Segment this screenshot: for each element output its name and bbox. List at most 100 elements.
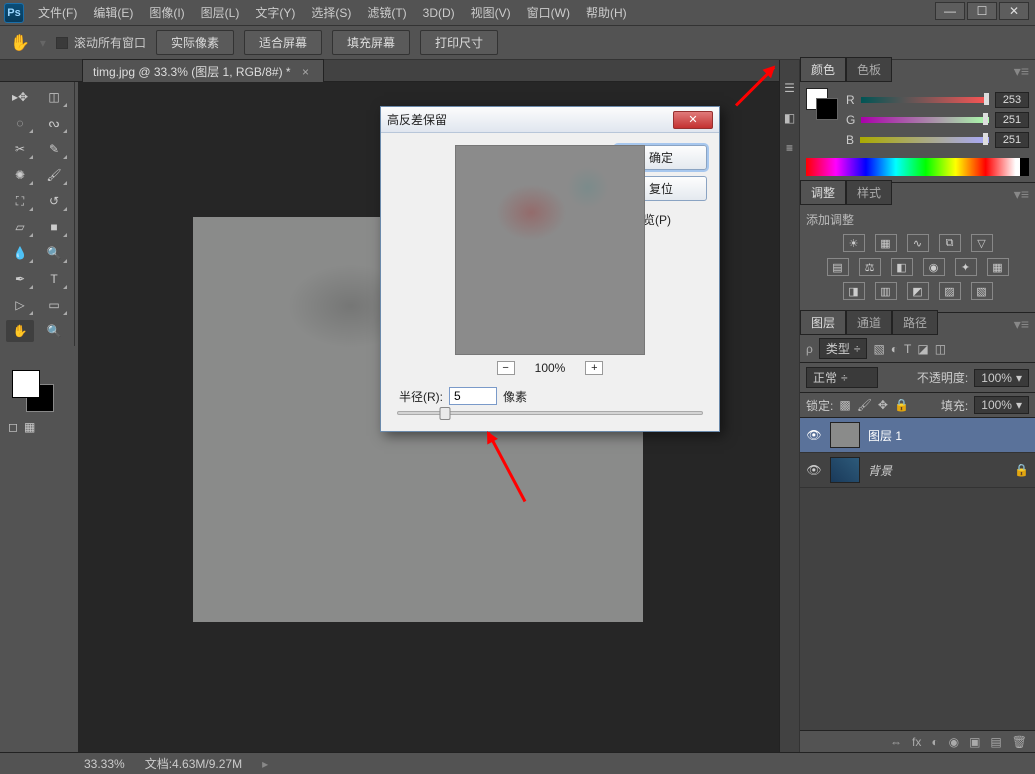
color-spectrum[interactable] [806,158,1029,176]
fill-screen-button[interactable]: 填充屏幕 [332,30,410,55]
lock-pos-icon[interactable]: ✥ [878,398,888,412]
tab-adjustments[interactable]: 调整 [800,180,846,204]
lock-trans-icon[interactable]: ▩ [839,398,850,412]
menu-file[interactable]: 文件(F) [30,0,85,25]
adj-photofilter-icon[interactable]: ◉ [923,258,945,276]
zoom-in-button[interactable]: + [585,361,603,375]
fx-icon[interactable]: fx [912,735,921,749]
menu-type[interactable]: 文字(Y) [247,0,303,25]
menu-layer[interactable]: 图层(L) [193,0,248,25]
shape-tool[interactable]: ▭ [40,294,68,316]
menu-filter[interactable]: 滤镜(T) [359,0,414,25]
path-select-tool[interactable]: ▷ [6,294,34,316]
crop-tool[interactable]: ✂ [6,138,34,160]
fill-layer-icon[interactable]: ◉ [949,735,959,749]
b-value[interactable]: 251 [995,132,1029,148]
adj-balance-icon[interactable]: ⚖ [859,258,881,276]
g-value[interactable]: 251 [995,112,1029,128]
blend-mode-select[interactable]: 正常÷ [806,367,878,388]
document-tab[interactable]: timg.jpg @ 33.3% (图层 1, RGB/8#) * × [82,59,324,83]
adj-lookup-icon[interactable]: ▦ [987,258,1009,276]
group-icon[interactable]: ▣ [969,735,980,749]
clone-tool[interactable]: ⛶ [6,190,34,212]
tab-paths[interactable]: 路径 [892,310,938,334]
adj-channel-icon[interactable]: ✦ [955,258,977,276]
menu-select[interactable]: 选择(S) [303,0,359,25]
dodge-tool[interactable]: 🔍 [40,242,68,264]
new-layer-icon[interactable]: ▤ [990,735,1001,749]
b-slider[interactable] [860,135,989,145]
link-icon[interactable]: ⇔ [890,735,902,749]
panel-menu-icon[interactable]: ▾≡ [1014,63,1035,80]
adj-curves-icon[interactable]: ∿ [907,234,929,252]
radius-input[interactable] [449,387,497,405]
screenmode-icon[interactable]: ▦ [24,420,35,434]
g-slider[interactable] [861,115,989,125]
quickmask-icon[interactable]: ◻ [8,420,18,434]
type-tool[interactable]: T [40,268,68,290]
menu-3d[interactable]: 3D(D) [415,2,463,24]
blur-tool[interactable]: 💧 [6,242,34,264]
delete-icon[interactable]: 🗑 [1012,735,1027,749]
fg-bg-swatch[interactable] [806,88,838,120]
artboard-tool[interactable]: ◫ [40,86,68,108]
lock-all-icon[interactable]: 🔒 [894,398,909,412]
filter-smart-icon[interactable]: ◫ [935,342,946,356]
zoom-tool[interactable]: 🔍 [40,320,68,342]
adj-poster-icon[interactable]: ▥ [875,282,897,300]
panel-menu-icon[interactable]: ▾≡ [1014,316,1035,333]
zoom-out-button[interactable]: − [497,361,515,375]
mini-icon-2[interactable]: ◧ [782,110,798,126]
adj-hue-icon[interactable]: ▤ [827,258,849,276]
eyedropper-tool[interactable]: ✎ [40,138,68,160]
tab-swatches[interactable]: 色板 [846,57,892,81]
print-size-button[interactable]: 打印尺寸 [420,30,498,55]
adj-invert-icon[interactable]: ◨ [843,282,865,300]
tab-close-icon[interactable]: × [302,65,309,79]
hand-tool[interactable]: ✋ [6,320,34,342]
mini-icon-1[interactable]: ☰ [782,80,798,96]
adj-exposure-icon[interactable]: ⧉ [939,234,961,252]
visibility-icon[interactable]: 👁 [806,463,822,477]
layer-filter-type[interactable]: 类型÷ [819,338,868,359]
dialog-close-button[interactable]: ✕ [673,111,713,129]
panel-menu-icon[interactable]: ▾≡ [1014,186,1035,203]
menu-help[interactable]: 帮助(H) [578,0,635,25]
filter-type-icon[interactable]: T [904,342,911,356]
menu-edit[interactable]: 编辑(E) [85,0,141,25]
adj-vibrance-icon[interactable]: ▽ [971,234,993,252]
lock-paint-icon[interactable]: 🖌 [857,398,872,412]
r-slider[interactable] [861,95,989,105]
fit-screen-button[interactable]: 适合屏幕 [244,30,322,55]
pen-tool[interactable]: ✒ [6,268,34,290]
lasso-tool[interactable]: ᔓ [40,112,68,134]
r-value[interactable]: 253 [995,92,1029,108]
layer-item-1[interactable]: 👁 图层 1 [800,418,1035,453]
history-brush-tool[interactable]: ↺ [40,190,68,212]
foreground-color[interactable] [12,370,40,398]
minimize-button[interactable]: — [935,2,965,20]
tab-styles[interactable]: 样式 [846,180,892,204]
radius-slider[interactable] [397,411,703,415]
adj-threshold-icon[interactable]: ◩ [907,282,929,300]
mask-icon[interactable]: ◐ [931,735,938,749]
radius-slider-thumb[interactable] [440,407,451,420]
adj-selective-icon[interactable]: ▧ [971,282,993,300]
fill-value[interactable]: 100%▾ [974,396,1029,414]
eraser-tool[interactable]: ▱ [6,216,34,238]
mini-icon-3[interactable]: ≡ [782,140,798,156]
adj-bw-icon[interactable]: ◧ [891,258,913,276]
tab-color[interactable]: 颜色 [800,57,846,81]
actual-pixels-button[interactable]: 实际像素 [156,30,234,55]
filter-adjust-icon[interactable]: ◐ [891,342,898,356]
filter-pixel-icon[interactable]: ▧ [873,342,884,356]
opacity-value[interactable]: 100%▾ [974,369,1029,387]
adj-levels-icon[interactable]: ▦ [875,234,897,252]
menu-image[interactable]: 图像(I) [141,0,192,25]
menu-window[interactable]: 窗口(W) [519,0,578,25]
gradient-tool[interactable]: ■ [40,216,68,238]
layer-item-bg[interactable]: 👁 背景 🔒 [800,453,1035,488]
close-button[interactable]: ✕ [999,2,1029,20]
menu-view[interactable]: 视图(V) [463,0,519,25]
adj-brightness-icon[interactable]: ☀ [843,234,865,252]
